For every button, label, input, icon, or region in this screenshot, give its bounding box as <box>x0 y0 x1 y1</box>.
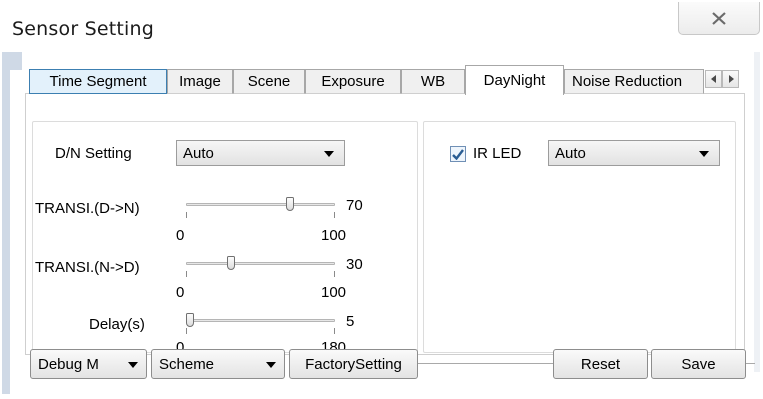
bottom-divider <box>416 363 553 364</box>
slider-tick <box>186 212 187 218</box>
chevron-down-icon <box>128 362 138 368</box>
window-frame-left <box>2 52 10 394</box>
tab-scroll-right-button[interactable] <box>722 70 739 88</box>
dn-setting-dropdown[interactable]: Auto <box>176 140 345 166</box>
window-frame-corner <box>2 52 22 70</box>
tab-time-segment[interactable]: Time Segment <box>29 69 167 94</box>
tab-label: DayNight <box>483 72 546 89</box>
debug-mode-label: Debug M <box>38 355 99 373</box>
reset-button[interactable]: Reset <box>553 349 648 379</box>
delay-slider[interactable] <box>186 319 335 322</box>
slider-tick <box>186 271 187 277</box>
chevron-down-icon <box>266 362 276 368</box>
dn-setting-label: D/N Setting <box>55 145 132 162</box>
transi-dn-slider[interactable] <box>186 203 335 206</box>
tab-label: Exposure <box>321 73 385 90</box>
transi-dn-value: 70 <box>346 197 363 214</box>
tab-label: WB <box>420 73 446 90</box>
delay-label: Delay(s) <box>89 316 145 333</box>
checkmark-icon <box>452 148 464 160</box>
factory-setting-label: FactorySetting <box>305 355 402 373</box>
tab-scroll-left-button[interactable] <box>705 70 722 88</box>
transi-dn-label: TRANSI.(D->N) <box>35 200 140 217</box>
window-frame-right <box>754 52 760 372</box>
tab-label: Time Segment <box>49 73 147 90</box>
ir-led-value: Auto <box>555 144 586 162</box>
transi-dn-min: 0 <box>176 227 185 244</box>
factory-setting-button[interactable]: FactorySetting <box>289 349 418 379</box>
transi-nd-min: 0 <box>176 284 185 301</box>
reset-label: Reset <box>580 355 621 373</box>
delay-slider-thumb[interactable] <box>186 313 195 327</box>
tab-scene[interactable]: Scene <box>233 69 305 94</box>
tab-exposure[interactable]: Exposure <box>305 69 401 94</box>
slider-tick <box>186 328 187 334</box>
save-label: Save <box>681 355 716 373</box>
window-title: Sensor Setting <box>12 18 154 40</box>
triangle-left-icon <box>710 75 716 83</box>
slider-tick <box>334 271 335 277</box>
tab-image[interactable]: Image <box>167 69 233 94</box>
slider-tick <box>334 328 335 334</box>
chevron-down-icon <box>699 151 709 157</box>
ir-led-dropdown[interactable]: Auto <box>548 140 720 166</box>
bottom-divider <box>746 363 755 364</box>
tab-label: Noise Reduction <box>572 73 683 90</box>
transi-nd-max: 100 <box>321 284 347 301</box>
transi-dn-max: 100 <box>321 227 347 244</box>
scheme-dropdown[interactable]: Scheme <box>151 349 285 379</box>
transi-nd-slider-thumb[interactable] <box>226 256 235 270</box>
triangle-right-icon <box>728 75 734 83</box>
debug-mode-dropdown[interactable]: Debug M <box>30 349 147 379</box>
delay-value: 5 <box>346 313 355 330</box>
transi-nd-slider[interactable] <box>186 262 335 265</box>
slider-tick <box>334 212 335 218</box>
tab-label: Scene <box>247 73 291 90</box>
chevron-down-icon <box>324 151 334 157</box>
close-button[interactable] <box>678 2 760 35</box>
scheme-label: Scheme <box>159 355 215 373</box>
ir-led-label: IR LED <box>473 145 522 162</box>
tab-noise-reduction[interactable]: Noise Reduction <box>564 69 704 94</box>
ir-led-checkbox[interactable] <box>450 146 466 162</box>
tab-daynight[interactable]: DayNight <box>465 65 564 95</box>
tab-wb[interactable]: WB <box>401 69 465 94</box>
transi-nd-label: TRANSI.(N->D) <box>35 259 140 276</box>
close-icon <box>712 11 726 25</box>
dn-setting-value: Auto <box>183 144 214 162</box>
transi-dn-slider-thumb[interactable] <box>286 197 295 211</box>
tab-label: Image <box>179 73 221 90</box>
transi-nd-value: 30 <box>346 256 363 273</box>
save-button[interactable]: Save <box>651 349 746 379</box>
